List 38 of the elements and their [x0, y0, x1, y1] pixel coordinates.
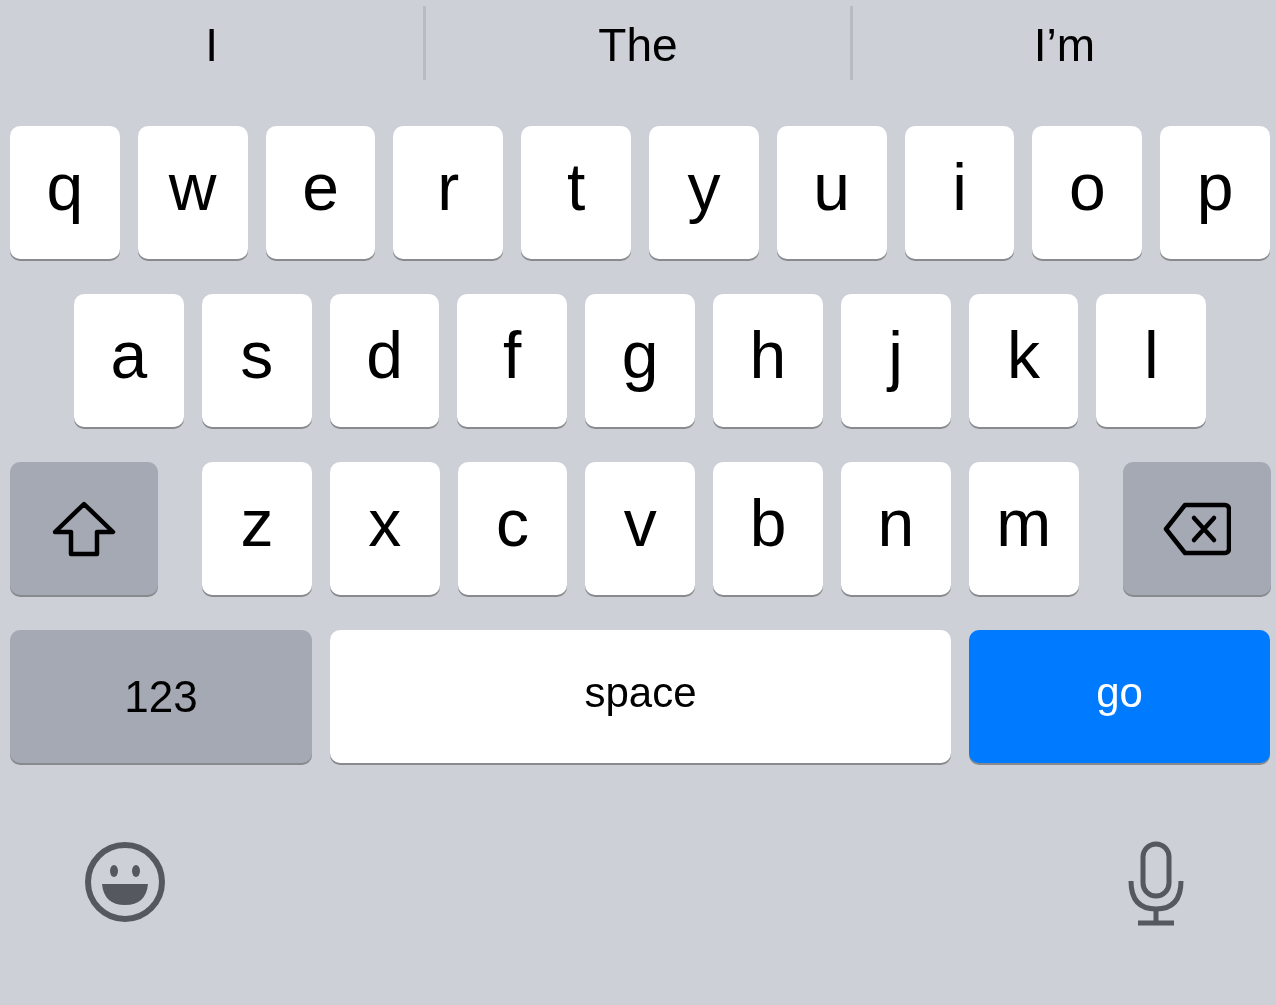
letter-key[interactable]: g [585, 294, 695, 427]
numbers-key[interactable]: 123 [10, 630, 312, 763]
letter-key[interactable]: s [201, 294, 312, 427]
letter-key[interactable]: v [585, 462, 696, 595]
suggestion[interactable]: I [205, 18, 219, 72]
letter-key[interactable]: x [329, 462, 440, 595]
letter-key[interactable]: a [74, 294, 184, 427]
letter-key[interactable]: h [713, 294, 823, 427]
suggestion[interactable]: The [598, 18, 678, 72]
microphone-icon[interactable] [1126, 841, 1186, 927]
letter-key[interactable]: f [457, 294, 568, 427]
space-key[interactable]: space [330, 630, 951, 763]
letter-key[interactable]: b [713, 462, 823, 595]
letter-key[interactable]: q [10, 126, 120, 259]
letter-key[interactable]: e [265, 126, 376, 259]
shift-key[interactable] [10, 462, 158, 595]
go-key[interactable]: go [969, 630, 1270, 763]
letter-key[interactable]: j [840, 294, 951, 427]
letter-key[interactable]: m [968, 462, 1079, 595]
letter-key[interactable]: k [968, 294, 1079, 427]
letter-key[interactable]: n [841, 462, 951, 595]
letter-key[interactable]: p [1160, 126, 1270, 259]
letter-key[interactable]: t [521, 126, 631, 259]
delete-key[interactable] [1122, 462, 1271, 595]
letter-key[interactable]: w [137, 126, 248, 259]
letter-key[interactable]: r [393, 126, 504, 259]
letter-key[interactable]: u [776, 126, 887, 259]
letter-key[interactable]: c [457, 462, 568, 595]
shift-icon [52, 500, 116, 557]
emoji-icon[interactable] [84, 841, 166, 923]
letter-key[interactable]: y [649, 126, 759, 259]
letter-key[interactable]: o [1032, 126, 1143, 259]
suggestion[interactable]: I’m [1033, 18, 1095, 72]
letter-key[interactable]: l [1096, 294, 1207, 427]
letter-key[interactable]: d [329, 294, 440, 427]
letter-key[interactable]: i [904, 126, 1015, 259]
delete-icon [1162, 501, 1231, 556]
letter-key[interactable]: z [202, 462, 312, 595]
